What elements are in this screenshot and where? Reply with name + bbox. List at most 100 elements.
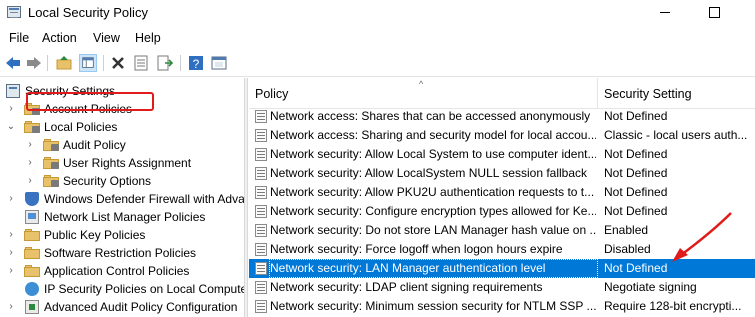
delete-icon[interactable] [109, 54, 127, 72]
policy-name: Network security: Allow LocalSystem NULL… [270, 166, 588, 180]
policy-icon [255, 129, 267, 142]
svg-text:?: ? [193, 57, 200, 71]
properties-icon[interactable] [132, 54, 150, 72]
folder-icon [24, 246, 40, 259]
tree-item-label: User Rights Assignment [63, 156, 192, 170]
maximize-button[interactable] [704, 3, 724, 21]
policy-icon [255, 300, 267, 313]
policy-name: Network security: LDAP client signing re… [270, 280, 543, 294]
policy-setting: Enabled [604, 223, 649, 237]
tree-item-label: Software Restriction Policies [44, 246, 197, 260]
policy-icon [255, 224, 267, 237]
policy-icon [255, 186, 267, 199]
title-bar: Local Security Policy [0, 0, 755, 26]
policy-name: Network security: Allow PKU2U authentica… [270, 185, 595, 199]
policy-name: Network access: Sharing and security mod… [270, 128, 596, 142]
toolbar-separator [180, 55, 181, 71]
up-folder-icon[interactable] [55, 54, 73, 72]
show-hide-tree-icon[interactable] [79, 54, 97, 72]
chevron-right-icon[interactable]: › [6, 226, 16, 244]
chevron-right-icon[interactable]: › [25, 172, 35, 190]
app-icon [7, 6, 21, 18]
minimize-button[interactable] [655, 3, 675, 21]
table-row[interactable]: Network security: Allow LocalSystem NULL… [249, 164, 755, 183]
list-header: ^ Policy Security Setting [249, 78, 755, 109]
sort-ascending-icon: ^ [419, 79, 424, 89]
folder-lock-icon [43, 138, 59, 151]
policy-icon [255, 148, 267, 161]
folder-lock-icon [43, 174, 59, 187]
table-row-selected[interactable]: Network security: LAN Manager authentica… [249, 259, 755, 278]
back-arrow-icon[interactable] [4, 54, 22, 72]
folder-lock-icon [43, 156, 59, 169]
tree-pane[interactable]: Security Settings › Account Policies ⌄ L… [0, 78, 244, 317]
toolbar: ? [0, 50, 755, 77]
policy-name: Network security: Configure encryption t… [270, 204, 596, 218]
policy-setting: Not Defined [604, 166, 668, 180]
policy-setting: Require 128-bit encrypti... [604, 299, 742, 313]
table-row[interactable]: Network security: Allow Local System to … [249, 145, 755, 164]
menu-help[interactable]: Help [135, 31, 161, 45]
policy-name: Network security: Force logoff when logo… [270, 242, 563, 256]
audit-config-icon [25, 300, 39, 314]
chevron-down-icon[interactable]: ⌄ [6, 118, 16, 136]
chevron-right-icon[interactable]: › [25, 154, 35, 172]
policy-name: Network access: Shares that can be acces… [270, 109, 591, 123]
table-row[interactable]: Network access: Shares that can be acces… [249, 107, 755, 126]
toolbar-separator [47, 55, 48, 71]
table-row[interactable]: Network security: Do not store LAN Manag… [249, 221, 755, 240]
export-list-icon[interactable] [156, 54, 174, 72]
policy-list[interactable]: ^ Policy Security Setting Network access… [249, 78, 755, 317]
console-icon[interactable] [210, 54, 228, 72]
policy-setting: Disabled [604, 242, 651, 256]
policy-name: Network security: Do not store LAN Manag… [270, 223, 596, 237]
tree-item-label: Public Key Policies [44, 228, 146, 242]
table-row[interactable]: Network access: Sharing and security mod… [249, 126, 755, 145]
tree-item-label: Windows Defender Firewall with Adva [44, 192, 244, 206]
policy-setting: Not Defined [604, 109, 668, 123]
chevron-right-icon[interactable]: › [6, 100, 16, 118]
chevron-right-icon[interactable]: › [6, 298, 16, 316]
column-header-security-setting[interactable]: Security Setting [604, 87, 692, 101]
tree-item-label: Security Options [63, 174, 152, 188]
pane-splitter[interactable] [244, 78, 248, 317]
table-row[interactable]: Network security: Allow PKU2U authentica… [249, 183, 755, 202]
table-row[interactable]: Network security: LDAP client signing re… [249, 278, 755, 297]
menu-view[interactable]: View [93, 31, 120, 45]
focus-rectangle [269, 259, 598, 278]
folder-icon [24, 264, 40, 277]
tree-item-label: Application Control Policies [44, 264, 190, 278]
network-icon [25, 210, 39, 224]
tree-item-label: Advanced Audit Policy Configuration [44, 300, 238, 314]
forward-arrow-icon[interactable] [25, 54, 43, 72]
policy-icon [255, 262, 267, 275]
annotation-highlight-box [26, 92, 154, 111]
menu-file[interactable]: File [9, 31, 29, 45]
security-settings-icon [6, 84, 20, 98]
tree-item-label: IP Security Policies on Local Compute [44, 282, 244, 296]
policy-icon [255, 110, 267, 123]
ip-security-icon [25, 282, 39, 296]
folder-lock-icon [24, 120, 40, 133]
policy-icon [255, 243, 267, 256]
chevron-right-icon[interactable]: › [25, 136, 35, 154]
policy-setting: Negotiate signing [604, 280, 697, 294]
policy-setting: Classic - local users auth... [604, 128, 748, 142]
policy-icon [255, 205, 267, 218]
menu-bar: File Action View Help [0, 28, 755, 48]
chevron-right-icon[interactable]: › [6, 190, 16, 208]
toolbar-separator [103, 55, 104, 71]
column-separator[interactable] [597, 78, 598, 108]
table-row[interactable]: Network security: Configure encryption t… [249, 202, 755, 221]
policy-setting: Not Defined [604, 185, 668, 199]
column-header-policy[interactable]: Policy [255, 87, 288, 101]
menu-action[interactable]: Action [42, 31, 77, 45]
chevron-right-icon[interactable]: › [6, 262, 16, 280]
help-icon[interactable]: ? [187, 54, 205, 72]
table-row[interactable]: Network security: Minimum session securi… [249, 297, 755, 316]
folder-icon [24, 228, 40, 241]
chevron-right-icon[interactable]: › [6, 244, 16, 262]
policy-setting: Not Defined [604, 261, 668, 275]
policy-icon [255, 167, 267, 180]
table-row[interactable]: Network security: Force logoff when logo… [249, 240, 755, 259]
